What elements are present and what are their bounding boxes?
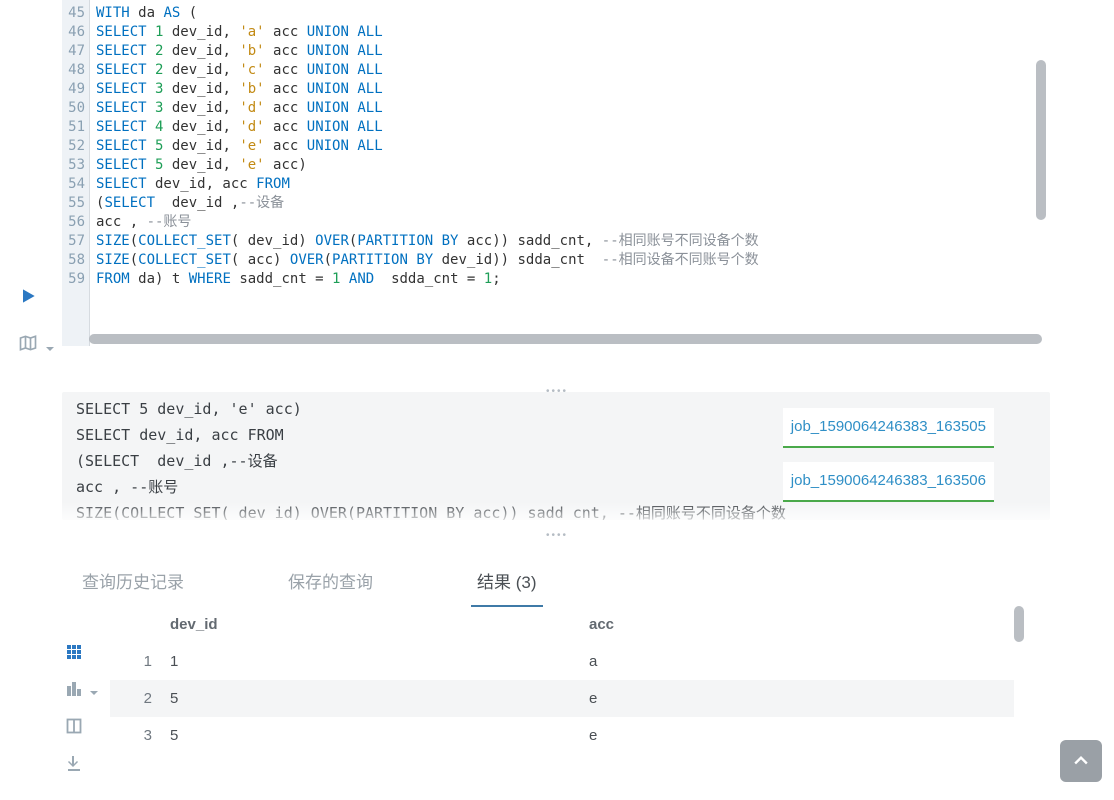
result-tabs: 查询历史记录 保存的查询 结果 (3) [62, 550, 1050, 608]
scroll-top-button[interactable] [1060, 740, 1102, 782]
line-gutter: 454647484950515253545556575859 [62, 0, 90, 346]
code-content[interactable]: WITH da AS (SELECT 1 dev_id, 'a' acc UNI… [90, 0, 1050, 346]
cell-dev-id: 5 [170, 727, 589, 744]
row-index: 2 [116, 690, 170, 707]
query-log: SELECT 5 dev_id, 'e' acc) SELECT dev_id,… [62, 392, 1050, 520]
tab-saved-queries[interactable]: 保存的查询 [282, 560, 379, 607]
map-icon[interactable] [18, 333, 54, 356]
tab-results[interactable]: 结果 (3) [471, 560, 543, 607]
results-table: dev_id acc 11a25e35e [110, 606, 1014, 754]
table-row[interactable]: 11a [110, 643, 1014, 680]
table-row[interactable]: 35e [110, 717, 1014, 754]
run-icon[interactable] [18, 286, 54, 309]
job-link[interactable]: job_1590064246383_163505 [783, 408, 994, 448]
table-row[interactable]: 25e [110, 680, 1014, 717]
editor-toolbar [18, 286, 54, 356]
editor-hscrollbar[interactable] [89, 334, 1042, 344]
results-vscrollbar[interactable] [1014, 606, 1024, 642]
cell-dev-id: 1 [170, 653, 589, 670]
tab-query-history[interactable]: 查询历史记录 [76, 560, 190, 607]
results-header: dev_id acc [110, 606, 1014, 643]
cell-acc: e [589, 690, 1008, 707]
chart-icon[interactable] [66, 681, 98, 700]
cell-acc: a [589, 653, 1008, 670]
splitter-handle-bottom[interactable]: •••• [546, 530, 568, 536]
col-acc[interactable]: acc [589, 616, 1008, 633]
columns-icon[interactable] [66, 718, 98, 737]
job-links: job_1590064246383_163505 job_159006424638… [783, 408, 994, 502]
cell-acc: e [589, 727, 1008, 744]
grid-view-icon[interactable] [66, 644, 98, 663]
code-editor[interactable]: 454647484950515253545556575859 WITH da A… [62, 0, 1050, 346]
row-index: 1 [116, 653, 170, 670]
log-fade-overlay [62, 502, 1050, 526]
result-toolbar [66, 644, 98, 774]
col-dev-id[interactable]: dev_id [170, 616, 589, 633]
row-index: 3 [116, 727, 170, 744]
cell-dev-id: 5 [170, 690, 589, 707]
job-link[interactable]: job_1590064246383_163506 [783, 462, 994, 502]
editor-vscrollbar[interactable] [1036, 60, 1046, 220]
download-icon[interactable] [66, 755, 98, 774]
